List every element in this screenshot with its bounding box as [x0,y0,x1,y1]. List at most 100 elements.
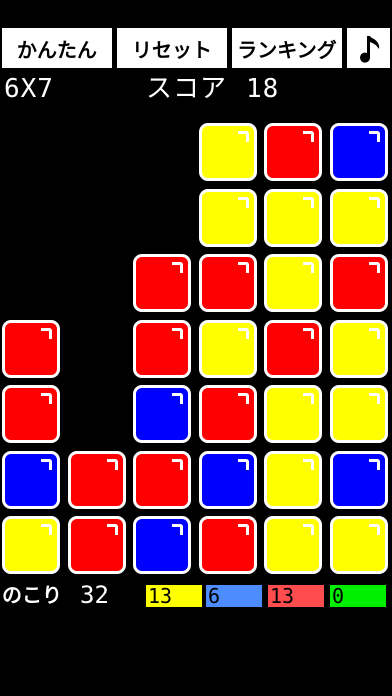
remaining-label: のこり [2,583,62,607]
grid-joint [319,178,332,191]
tile-blue[interactable] [329,450,388,509]
tile-yellow[interactable] [264,450,322,509]
tile-highlight [237,524,249,535]
grid-joint [123,506,136,519]
tile-highlight [41,524,52,535]
tile-red[interactable] [198,254,257,312]
tile-red[interactable] [198,385,257,443]
tile-highlight [237,131,249,142]
tile-highlight [368,131,380,142]
grid-joint [319,440,332,453]
board-size-label: 6X7 [4,74,54,104]
grid-joint [123,440,136,453]
grid-joint [188,309,201,322]
tile-highlight [172,524,183,535]
tile-highlight [172,393,183,404]
tile-yellow[interactable] [2,516,60,574]
tile-highlight [41,327,52,339]
tile-highlight [237,458,249,470]
tile-blue[interactable] [133,516,191,574]
tile-highlight [303,131,314,142]
grid-joint [188,244,201,257]
tile-highlight [237,393,249,404]
tile-highlight [368,393,380,404]
tile-highlight [303,524,314,535]
tile-yellow[interactable] [264,385,322,443]
yellow-count: 13 [146,585,202,607]
grid-joint [254,244,267,257]
tile-yellow[interactable] [198,123,257,181]
tile-highlight [237,196,249,208]
tile-highlight [237,262,249,273]
grid-joint [57,506,70,519]
tile-highlight [303,262,314,273]
ranking-button[interactable]: ランキング [232,28,342,68]
tile-yellow[interactable] [264,188,322,247]
tile-highlight [41,458,52,470]
tile-highlight [368,458,380,470]
tile-blue[interactable] [198,450,257,509]
tile-highlight [172,327,183,339]
score-value: 18 [246,74,280,104]
tile-red[interactable] [198,516,257,574]
sound-toggle-button[interactable] [347,28,390,68]
grid-joint [319,506,332,519]
tile-highlight [41,393,52,404]
tile-red[interactable] [133,450,191,509]
tile-red[interactable] [133,319,191,378]
tile-red[interactable] [264,123,322,181]
tile-blue[interactable] [133,385,191,443]
status-bar: のこり 32 13 6 13 0 [0,583,392,609]
grid-joint [254,178,267,191]
tile-highlight [368,524,380,535]
tile-yellow[interactable] [329,188,388,247]
toolbar: かんたん リセット ランキング [0,28,392,68]
grid-joint [188,375,201,388]
score-label: スコア [146,74,228,104]
tile-highlight [106,458,118,470]
tile-highlight [172,458,183,470]
tile-yellow[interactable] [329,385,388,443]
tile-blue[interactable] [2,450,60,509]
grid-joint [319,244,332,257]
tile-highlight [368,262,380,273]
tile-yellow[interactable] [264,516,322,574]
tile-red[interactable] [264,319,322,378]
game-board [0,120,392,585]
grid-joint [319,309,332,322]
grid-joint [57,375,70,388]
tile-highlight [303,327,314,339]
tile-yellow[interactable] [198,319,257,378]
tile-yellow[interactable] [198,188,257,247]
tile-highlight [303,196,314,208]
tile-yellow[interactable] [329,319,388,378]
tile-red[interactable] [133,254,191,312]
tile-red[interactable] [2,319,60,378]
grid-joint [254,309,267,322]
green-count: 0 [330,585,386,607]
blue-count: 6 [206,585,262,607]
easy-mode-button[interactable]: かんたん [2,28,112,68]
tile-yellow[interactable] [264,254,322,312]
tile-red[interactable] [67,450,126,509]
grid-joint [188,506,201,519]
tile-red[interactable] [2,385,60,443]
tile-blue[interactable] [329,123,388,181]
grid-joint [123,375,136,388]
tile-highlight [303,393,314,404]
tile-yellow[interactable] [329,516,388,574]
grid-joint [254,506,267,519]
tile-highlight [172,262,183,273]
reset-button[interactable]: リセット [117,28,227,68]
remaining-value: 32 [80,581,109,609]
grid-joint [254,440,267,453]
grid-joint [188,440,201,453]
tile-highlight [237,327,249,339]
tile-red[interactable] [67,516,126,574]
grid-joint [188,178,201,191]
music-note-icon [359,36,379,63]
tile-red[interactable] [329,254,388,312]
tile-highlight [106,524,118,535]
grid-joint [57,440,70,453]
tile-highlight [368,196,380,208]
